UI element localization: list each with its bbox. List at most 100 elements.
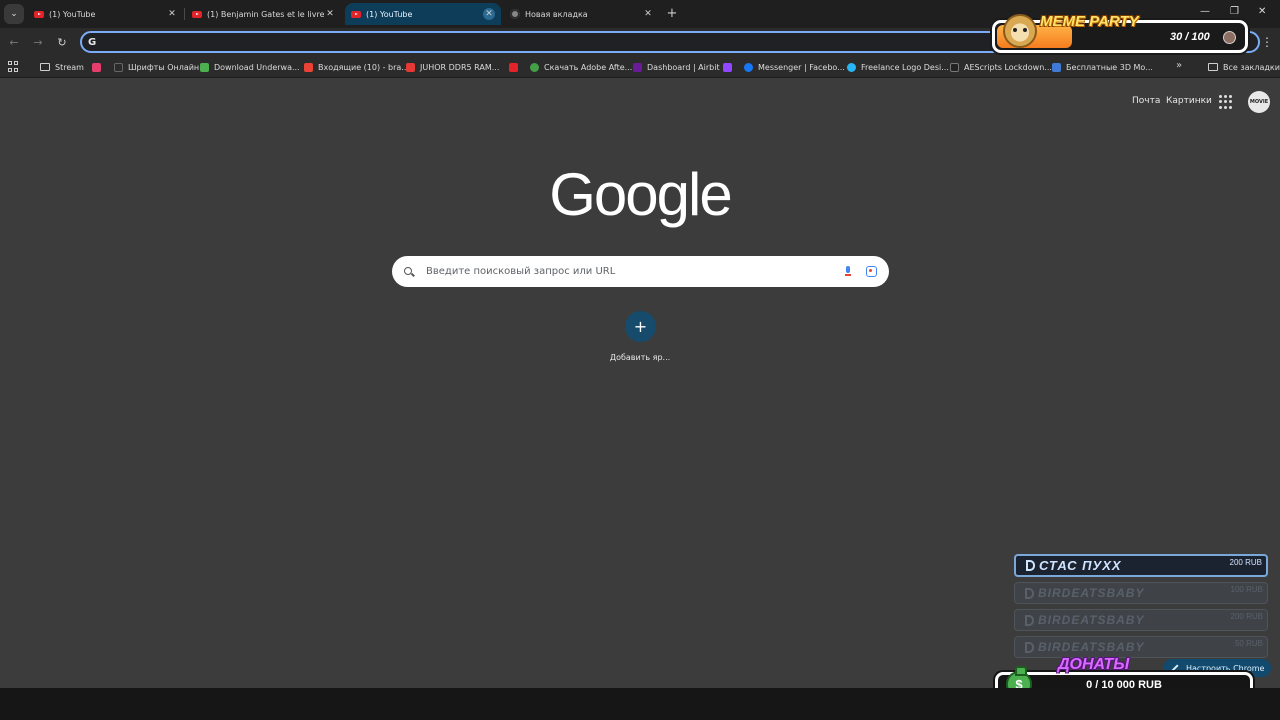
search-input[interactable] [426,266,838,277]
google-lens-icon[interactable] [866,266,877,277]
donation-icon [1025,641,1034,653]
font-icon [114,62,123,72]
forward-button[interactable]: → [30,34,46,50]
apps-icon[interactable] [8,61,19,72]
doge-icon [1003,14,1037,48]
gmail-icon [304,62,313,72]
tab-search-button[interactable]: ⌄ [4,4,24,24]
bookmark-gmail[interactable]: Входящие (10) - bra... [304,60,409,74]
add-shortcut-button[interactable]: + [625,311,656,342]
folder-icon [1208,63,1218,71]
arrow-right-icon: → [33,35,43,49]
tab-youtube-active[interactable]: (1) YouTube ✕ [345,3,501,25]
tab-youtube-1[interactable]: (1) YouTube ✕ [28,3,184,25]
donation-row: BIRDEATSBABY 100 RUB [1014,582,1268,604]
tab-title: (1) YouTube [49,9,96,19]
folder-icon [40,63,50,71]
bookmark-3d-models[interactable]: Бесплатные 3D Мо... [1052,60,1153,74]
aliexpress-icon [406,62,415,72]
back-button[interactable]: ← [6,34,22,50]
donation-row: СТАС ПУХХ 200 RUB [1014,554,1268,577]
bookmark-label: Dashboard | Airbit [647,62,720,72]
close-icon[interactable]: ✕ [324,8,336,20]
donation-icon [1025,614,1034,626]
bookmark-aliexpress[interactable]: JUHOR DDR5 RAM... [406,60,499,74]
bookmark-tool[interactable] [92,60,106,74]
chevron-right-icon[interactable]: » [1176,60,1182,71]
tab-title: (1) Benjamin Gates et le livre des [207,9,324,19]
meme-party-count: 30 / 100 [1170,31,1210,43]
close-icon[interactable]: ✕ [166,8,178,20]
youtube-icon [351,10,361,18]
more-vert-icon: ⋮ [1261,35,1273,49]
bookmark-youtube[interactable] [509,60,523,74]
bookmark-fonts[interactable]: Шрифты Онлайн [114,60,199,74]
window-close-icon[interactable]: ✕ [1258,6,1266,17]
close-icon[interactable]: ✕ [642,8,654,20]
google-icon: G [88,36,97,48]
chrome-icon [510,9,520,19]
add-shortcut-label: Добавить яр... [609,353,671,362]
donation-icon [1025,587,1034,599]
3d-icon [1052,62,1061,72]
donation-row: BIRDEATSBABY 50 RUB [1014,636,1268,658]
bookmark-freelance[interactable]: Freelance Logo Desi... [847,60,949,74]
plus-icon: + [666,5,678,21]
bookmark-stream[interactable]: Stream [40,60,84,74]
donor-name: BIRDEATSBABY [1038,613,1145,627]
tab-divider [184,8,185,20]
youtube-icon [192,10,202,18]
donation-amount: 200 RUB [1229,558,1262,567]
donation-goal-title: ДОНАТЫ [1058,656,1130,673]
bookmark-label: Messenger | Facebo... [758,62,845,72]
twitch-icon [723,62,732,72]
youtube-icon [34,10,44,18]
bookmark-label: AEScripts Lockdown... [964,62,1052,72]
arrow-left-icon: ← [9,35,19,49]
tab-benjamin-gates[interactable]: (1) Benjamin Gates et le livre des ✕ [186,3,342,25]
search-box[interactable] [392,256,889,287]
facebook-icon [744,62,753,72]
bookmark-label: Шрифты Онлайн [128,62,200,72]
close-icon[interactable]: ✕ [483,8,495,20]
donation-row: BIRDEATSBABY 200 RUB [1014,609,1268,631]
gmail-link[interactable]: Почта [1132,96,1160,106]
bookmark-label: Stream [55,62,84,72]
taskbar [0,688,1280,720]
google-logo: Google [549,161,732,228]
donation-amount: 50 RUB [1234,639,1263,648]
reload-button[interactable]: ↻ [54,34,70,50]
minimize-icon[interactable]: — [1200,6,1210,17]
screen: ⌄ (1) YouTube ✕ (1) Benjamin Gates et le… [0,0,1280,720]
bookmark-label: JUHOR DDR5 RAM... [420,62,500,72]
new-tab-button[interactable]: + [664,5,680,21]
all-bookmarks-label: Все закладки [1223,62,1280,72]
bookmark-download[interactable]: Download Underwa... [200,60,300,74]
all-bookmarks[interactable]: Все закладки [1208,60,1280,74]
reload-icon: ↻ [57,35,67,49]
tab-new-tab[interactable]: Новая вкладка ✕ [504,3,660,25]
bookmark-airbit[interactable]: Dashboard | Airbit [633,60,720,74]
meme-party-title: MEME PARTY [1040,13,1139,30]
plus-icon: + [633,317,648,336]
bookmark-messenger[interactable]: Messenger | Facebo... [744,60,845,74]
bookmark-twitch[interactable] [723,60,737,74]
search-icon [404,266,414,277]
restore-icon[interactable]: ❐ [1230,6,1239,17]
bookmark-label: Входящие (10) - bra... [318,62,409,72]
bookmark-label: Freelance Logo Desi... [861,62,949,72]
avatar[interactable]: MOVIE [1248,91,1270,113]
images-link[interactable]: Картинки [1166,96,1212,106]
bookmark-label: Бесплатные 3D Мо... [1066,62,1153,72]
google-apps-icon[interactable] [1219,95,1233,109]
microphone-icon[interactable] [844,265,852,278]
bookmark-adobe[interactable]: Скачать Adobe Afte... [530,60,632,74]
bookmark-aescripts[interactable]: AEScripts Lockdown... [950,60,1052,74]
pencil-icon [1171,664,1179,672]
torrent-icon [530,62,539,72]
airbit-icon [633,62,642,72]
youtube-icon [509,62,518,72]
donation-icon [1026,560,1035,571]
donor-name: СТАС ПУХХ [1039,558,1122,573]
chrome-menu-button[interactable]: ⋮ [1261,34,1273,50]
